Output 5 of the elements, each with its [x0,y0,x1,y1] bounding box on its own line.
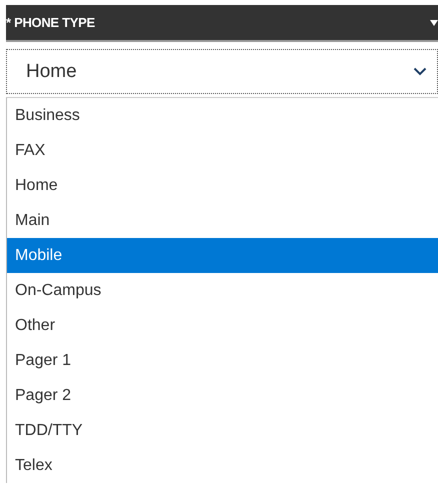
phone-type-select[interactable]: Home [6,49,438,94]
triangle-icon [430,18,438,26]
field-label: * PHONE TYPE [6,15,95,30]
chevron-down-icon [413,67,427,76]
dropdown-option[interactable]: Mobile [7,238,438,273]
